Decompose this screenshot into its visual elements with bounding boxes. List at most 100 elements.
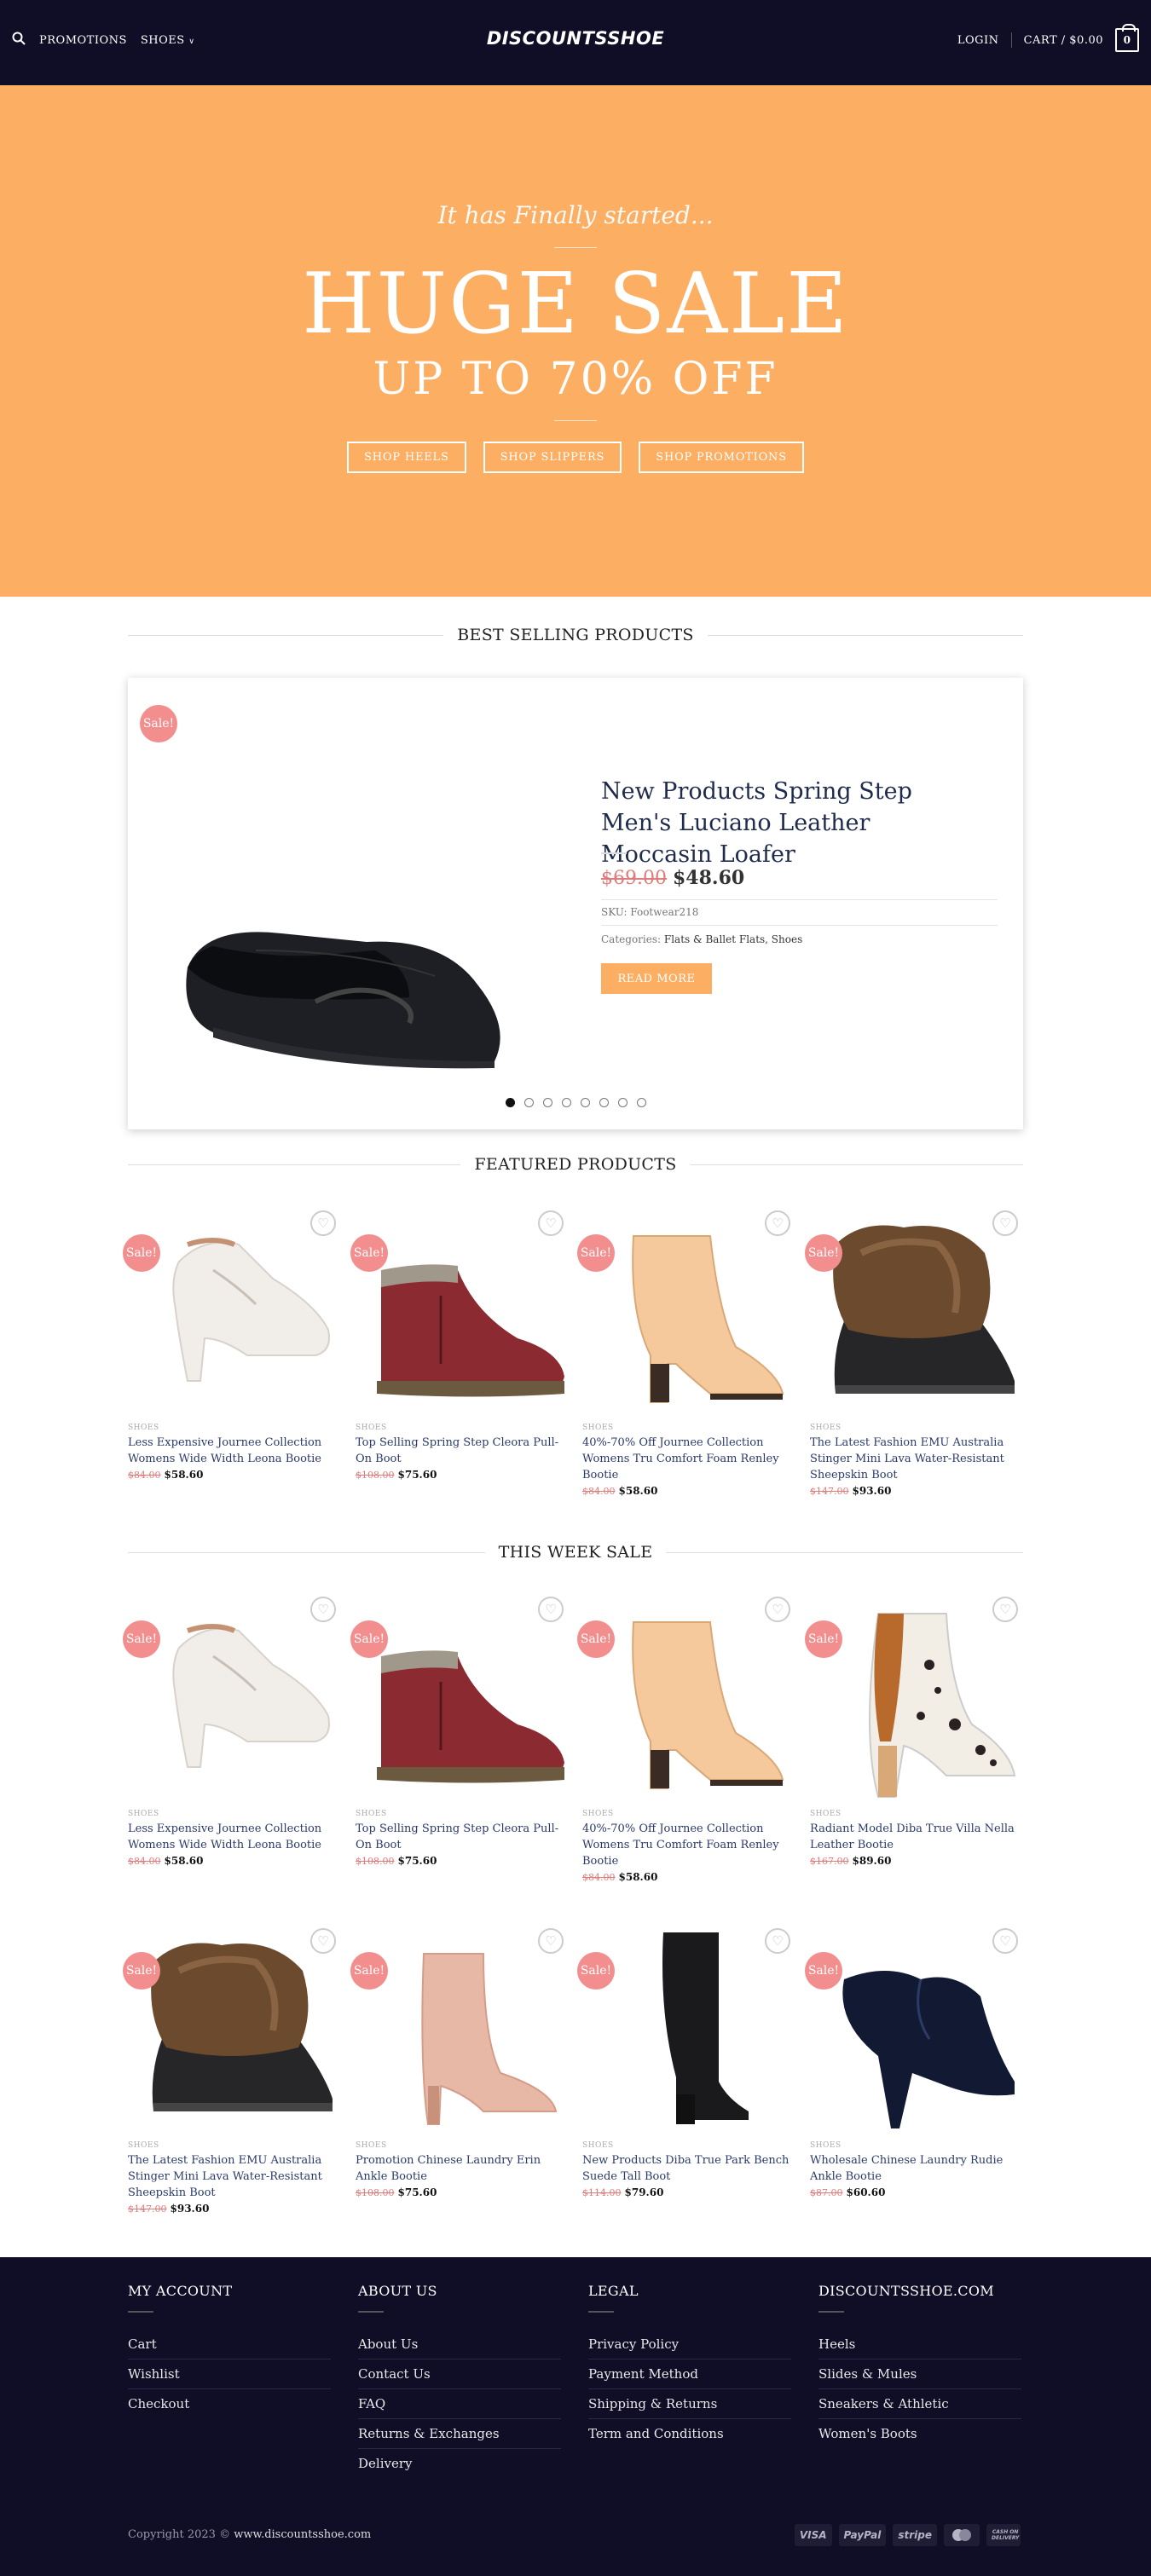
product-category[interactable]: SHOES: [128, 1424, 339, 1432]
cart-icon[interactable]: 0: [1115, 24, 1139, 52]
product-image[interactable]: [582, 1210, 794, 1422]
product-name[interactable]: Less Expensive Journee Collection Womens…: [128, 1821, 339, 1853]
payment-icons: VISA PayPal stripe CASH ON DELIVERY: [794, 2524, 1021, 2546]
product-image[interactable]: [810, 1928, 1021, 2140]
heart-icon[interactable]: ♡: [992, 1597, 1018, 1622]
product-category[interactable]: SHOES: [582, 1810, 794, 1818]
product-card[interactable]: Sale! ♡ SHOES Less Expensive Journee Collec…: [123, 1210, 339, 1481]
product-category[interactable]: SHOES: [128, 1810, 339, 1818]
footer-link[interactable]: Shipping & Returns: [588, 2389, 791, 2419]
slider-dot[interactable]: [505, 1098, 515, 1107]
product-image[interactable]: [810, 1210, 1021, 1422]
product-name[interactable]: Radiant Model Diba True Villa Nella Leat…: [810, 1821, 1021, 1853]
heart-icon[interactable]: ♡: [310, 1210, 336, 1236]
read-more-button[interactable]: READ MORE: [601, 963, 712, 994]
sale-badge: Sale!: [123, 1234, 160, 1272]
footer-link[interactable]: Cart: [128, 2330, 331, 2359]
heart-icon[interactable]: ♡: [310, 1597, 336, 1622]
heart-icon[interactable]: ♡: [310, 1928, 336, 1954]
categories-links[interactable]: Flats & Ballet Flats, Shoes: [664, 933, 802, 945]
footer-link[interactable]: FAQ: [358, 2389, 561, 2419]
product-category[interactable]: SHOES: [810, 1810, 1021, 1818]
footer-link[interactable]: Privacy Policy: [588, 2330, 791, 2359]
footer-link[interactable]: Delivery: [358, 2449, 561, 2478]
product-card[interactable]: Sale! ♡ SHOES Promotion Chinese Laundry Eri…: [350, 1928, 567, 2198]
product-image[interactable]: [153, 848, 554, 1104]
product-category[interactable]: SHOES: [356, 1424, 567, 1432]
slider-dot[interactable]: [599, 1098, 609, 1107]
shop-promotions-button[interactable]: SHOP PROMOTIONS: [639, 442, 804, 473]
product-image[interactable]: [356, 1928, 567, 2140]
product-category[interactable]: SHOES: [582, 2141, 794, 2150]
product-card[interactable]: Sale! ♡ SHOES New Products Diba True Park B…: [577, 1928, 794, 2198]
login-link[interactable]: LOGIN: [957, 34, 999, 47]
product-title[interactable]: New Products Spring Step Men's Luciano L…: [601, 776, 968, 870]
sale-price: $75.60: [397, 1469, 437, 1481]
slider-dot[interactable]: [636, 1098, 646, 1107]
product-card[interactable]: Sale! ♡ SHOES The Latest Fashion EMU Austra…: [805, 1210, 1021, 1497]
heart-icon[interactable]: ♡: [765, 1597, 790, 1622]
footer-link[interactable]: Contact Us: [358, 2359, 561, 2389]
footer-link[interactable]: Returns & Exchanges: [358, 2419, 561, 2449]
product-image[interactable]: [356, 1597, 567, 1808]
product-card[interactable]: Sale! ♡ SHOES 40%-70% Off Journee Collectio…: [577, 1597, 794, 1883]
product-image[interactable]: [128, 1928, 339, 2140]
sale-badge: Sale!: [140, 705, 177, 742]
footer-link[interactable]: Payment Method: [588, 2359, 791, 2389]
shop-slippers-button[interactable]: SHOP SLIPPERS: [483, 442, 622, 473]
product-name[interactable]: 40%-70% Off Journee Collection Womens Tr…: [582, 1821, 794, 1869]
product-image[interactable]: [582, 1928, 794, 2140]
product-card[interactable]: Sale! ♡ SHOES Top Selling Spring Step Cleor…: [350, 1210, 567, 1481]
footer-link[interactable]: About Us: [358, 2330, 561, 2359]
product-category[interactable]: SHOES: [810, 2141, 1021, 2150]
heart-icon[interactable]: ♡: [765, 1928, 790, 1954]
product-category[interactable]: SHOES: [582, 1424, 794, 1432]
product-name[interactable]: Less Expensive Journee Collection Womens…: [128, 1435, 339, 1467]
cart-link[interactable]: CART / $0.00: [1024, 34, 1103, 47]
product-category[interactable]: SHOES: [356, 1810, 567, 1818]
product-name[interactable]: Promotion Chinese Laundry Erin Ankle Boo…: [356, 2152, 567, 2185]
product-card[interactable]: Sale! ♡ SHOES Wholesale Chinese Laundry Rud…: [805, 1928, 1021, 2198]
shop-heels-button[interactable]: SHOP HEELS: [347, 442, 466, 473]
product-card[interactable]: Sale! ♡ SHOES Radiant Model Diba True Villa…: [805, 1597, 1021, 1867]
product-card[interactable]: Sale! ♡ SHOES The Latest Fashion EMU Austra…: [123, 1928, 339, 2215]
slider-dot[interactable]: [523, 1098, 534, 1107]
product-name[interactable]: The Latest Fashion EMU Australia Stinger…: [128, 2152, 339, 2201]
slider-dot[interactable]: [542, 1098, 552, 1107]
footer-link[interactable]: Wishlist: [128, 2359, 331, 2389]
product-card[interactable]: Sale! ♡ SHOES Top Selling Spring Step Cleor…: [350, 1597, 567, 1867]
heart-icon[interactable]: ♡: [538, 1928, 564, 1954]
site-link[interactable]: www.discountsshoe.com: [234, 2528, 371, 2541]
product-image[interactable]: [128, 1597, 339, 1808]
footer-link[interactable]: Heels: [818, 2330, 1021, 2359]
product-card[interactable]: Sale! ♡ SHOES 40%-70% Off Journee Collectio…: [577, 1210, 794, 1497]
product-name[interactable]: 40%-70% Off Journee Collection Womens Tr…: [582, 1435, 794, 1483]
heart-icon[interactable]: ♡: [992, 1928, 1018, 1954]
footer-link[interactable]: Slides & Mules: [818, 2359, 1021, 2389]
product-image[interactable]: [810, 1597, 1021, 1808]
product-name[interactable]: Top Selling Spring Step Cleora Pull-On B…: [356, 1821, 567, 1853]
heart-icon[interactable]: ♡: [992, 1210, 1018, 1236]
slider-dot[interactable]: [617, 1098, 628, 1107]
product-image[interactable]: [356, 1210, 567, 1422]
product-name[interactable]: New Products Diba True Park Bench Suede …: [582, 2152, 794, 2185]
product-card[interactable]: Sale! ♡ SHOES Less Expensive Journee Collec…: [123, 1597, 339, 1867]
footer-link[interactable]: Sneakers & Athletic: [818, 2389, 1021, 2419]
footer-link[interactable]: Checkout: [128, 2389, 331, 2418]
heart-icon[interactable]: ♡: [538, 1210, 564, 1236]
sale-price: $89.60: [852, 1855, 892, 1867]
product-image[interactable]: [582, 1597, 794, 1808]
footer-link[interactable]: Women's Boots: [818, 2419, 1021, 2448]
footer-link[interactable]: Term and Conditions: [588, 2419, 791, 2448]
product-category[interactable]: SHOES: [810, 1424, 1021, 1432]
product-category[interactable]: SHOES: [356, 2141, 567, 2150]
product-name[interactable]: The Latest Fashion EMU Australia Stinger…: [810, 1435, 1021, 1483]
product-category[interactable]: SHOES: [128, 2141, 339, 2150]
product-image[interactable]: [128, 1210, 339, 1422]
product-name[interactable]: Top Selling Spring Step Cleora Pull-On B…: [356, 1435, 567, 1467]
heart-icon[interactable]: ♡: [538, 1597, 564, 1622]
heart-icon[interactable]: ♡: [765, 1210, 790, 1236]
slider-dot[interactable]: [561, 1098, 571, 1107]
slider-dot[interactable]: [580, 1098, 590, 1107]
product-name[interactable]: Wholesale Chinese Laundry Rudie Ankle Bo…: [810, 2152, 1021, 2185]
